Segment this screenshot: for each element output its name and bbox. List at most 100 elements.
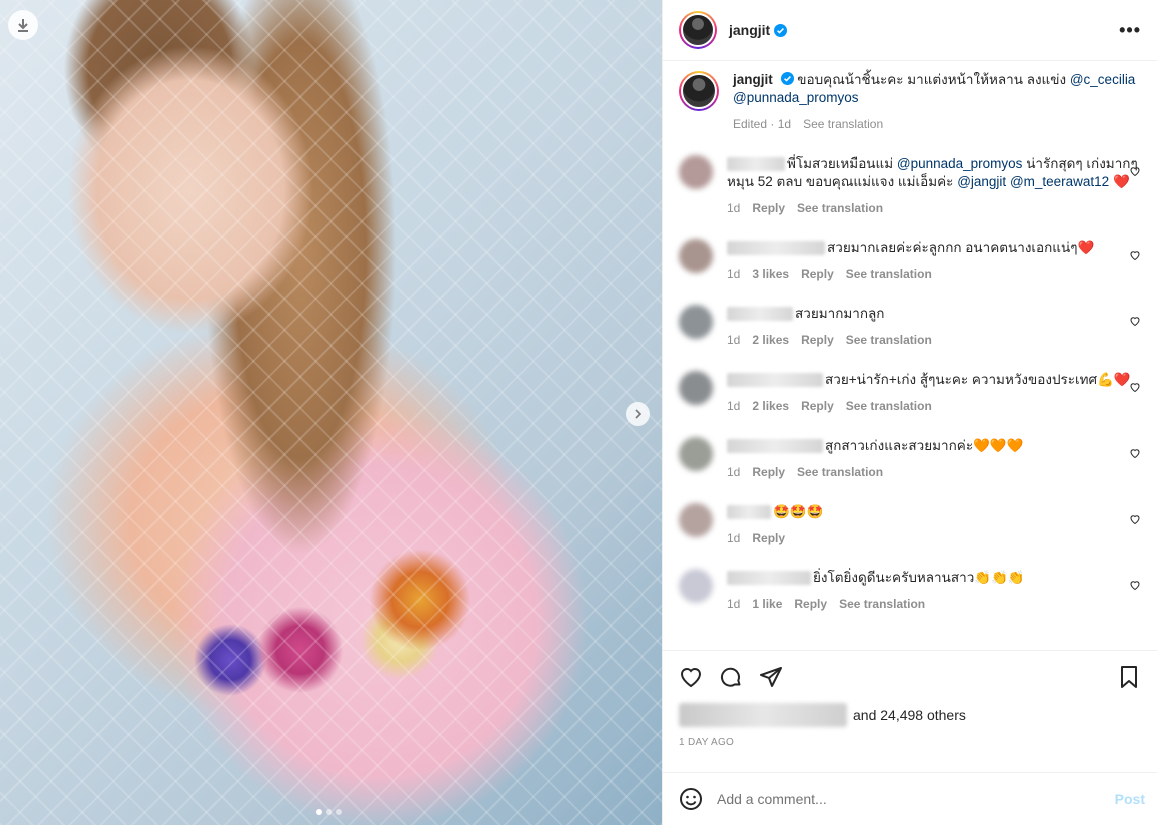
comment-bubble-icon[interactable] [719,665,743,689]
comment-emoji: ❤️ [1112,174,1130,189]
caption-avatar[interactable] [679,71,719,111]
reply-button[interactable]: Reply [752,199,785,217]
comment-likes[interactable]: 3 likes [752,265,789,283]
comment-item: สูกสาวเก่งและสวยมากค่ะ🧡🧡🧡 1d Reply See tra… [679,437,1141,481]
comment-likes[interactable]: 2 likes [752,397,789,415]
username[interactable]: jangjit [729,22,770,38]
like-comment-heart-icon[interactable] [1129,249,1141,261]
bookmark-icon[interactable] [1117,665,1141,689]
post-header: jangjit ••• [663,0,1157,61]
comment-text: พี่โมสวยเหมือนแม่ [787,156,897,171]
see-translation-link[interactable]: See translation [846,265,932,283]
comments-list: jangjit ขอบคุณน้าชิ้นะคะ มาแต่งหน้าให้หล… [663,61,1157,650]
comment-emoji: 🧡🧡🧡 [973,438,1024,453]
comment-mention[interactable]: @punnada_promyos [897,156,1023,171]
like-comment-heart-icon[interactable] [1129,513,1141,525]
commenter-avatar[interactable] [679,437,713,471]
commenter-avatar[interactable] [679,305,713,339]
post-date: 1 DAY AGO [679,737,735,748]
like-heart-icon[interactable] [679,665,703,689]
caption: jangjit ขอบคุณน้าชิ้นะคะ มาแต่งหน้าให้หล… [679,69,1141,133]
see-translation-link[interactable]: See translation [839,595,925,613]
see-translation-link[interactable]: See translation [797,463,883,481]
likes-summary[interactable]: and 24,498 others [679,703,1141,727]
like-comment-heart-icon[interactable] [1129,447,1141,459]
comment-item: สวย+น่ารัก+เก่ง สู้ๆนะคะ ความหวังของประเ… [679,371,1141,415]
comment-item: สวยมากเลยค่ะค่ะลูกกก อนาคตนางเอกแน่ๆ❤️ 1… [679,239,1141,283]
commenter-avatar[interactable] [679,155,713,189]
comment-emoji: 🤩🤩🤩 [773,504,824,519]
see-translation-link[interactable]: See translation [846,397,932,415]
comment-time: 1d [727,333,741,347]
photo-net-overlay [0,0,662,825]
liked-by-blurred [679,703,847,727]
chevron-right-icon [635,409,642,419]
reply-button[interactable]: Reply [801,397,834,415]
commenter-avatar[interactable] [679,569,713,603]
add-comment-bar: Post [663,772,1157,825]
add-comment-input[interactable] [717,791,1115,807]
comment-text: สวย+น่ารัก+เก่ง สู้ๆนะคะ ความหวังของประเ… [825,372,1098,387]
commenter-avatar[interactable] [679,239,713,273]
comment-time: 1d [727,531,741,545]
next-image-button[interactable] [626,402,650,426]
caption-text: ขอบคุณน้าชิ้นะคะ มาแต่งหน้าให้หลาน ลงแข่… [797,72,1070,87]
share-paper-plane-icon[interactable] [759,665,783,689]
verified-badge-icon [780,72,794,85]
caption-username[interactable]: jangjit [733,72,773,87]
commenter-name-blurred[interactable] [727,373,823,388]
commenter-name-blurred[interactable] [727,157,785,172]
commenter-name-blurred[interactable] [727,241,825,256]
comment-text: สวยมากมากลูก [795,306,885,321]
comment-item: ยิ่งโตยิ่งดูดีนะครับหลานสาว👏👏👏 1d 1 like R… [679,569,1141,613]
commenter-name-blurred[interactable] [727,439,823,454]
commenter-avatar[interactable] [679,371,713,405]
comment-emoji: 👏👏👏 [974,570,1025,585]
reply-button[interactable]: Reply [752,529,785,547]
post-comment-button[interactable]: Post [1115,791,1145,807]
comment-time: 1d [727,267,741,281]
comment-mention[interactable]: @jangjit [957,174,1006,189]
commenter-name-blurred[interactable] [727,307,793,322]
caption-time: 1d [777,117,792,131]
reply-button[interactable]: Reply [752,463,785,481]
verified-badge-icon [774,23,788,37]
like-comment-heart-icon[interactable] [1129,165,1141,177]
comment-text: สูกสาวเก่งและสวยมากค่ะ [825,438,974,453]
more-options-button[interactable]: ••• [1119,20,1141,41]
comment-mention[interactable]: @m_teerawat12 [1010,174,1109,189]
post-actions: and 24,498 others 1 DAY AGO [663,650,1157,772]
see-translation-link[interactable]: See translation [803,115,883,133]
post-sidebar: jangjit ••• jangjit ขอบคุณน้าชิ้นะคะ มาแ… [662,0,1157,825]
caption-mention[interactable]: @c_cecilia [1070,72,1135,87]
like-comment-heart-icon[interactable] [1129,579,1141,591]
reply-button[interactable]: Reply [794,595,827,613]
see-translation-link[interactable]: See translation [797,199,883,217]
commenter-name-blurred[interactable] [727,505,771,520]
emoji-smiley-icon[interactable] [679,787,703,811]
comment-likes[interactable]: 1 like [752,595,782,613]
like-comment-heart-icon[interactable] [1129,315,1141,327]
download-button[interactable] [8,10,38,40]
comment-text: สวยมากเลยค่ะค่ะลูกกก อนาคตนางเอกแน่ๆ [827,240,1078,255]
caption-mention[interactable]: @punnada_promyos [733,90,859,105]
comment-time: 1d [727,597,741,611]
like-comment-heart-icon[interactable] [1129,381,1141,393]
comment-item: 🤩🤩🤩 1d Reply [679,503,1141,547]
download-icon [18,19,28,32]
comment-emoji: ❤️ [1077,240,1095,255]
comment-time: 1d [727,399,741,413]
carousel-dots [316,809,342,815]
likes-count[interactable]: and 24,498 others [853,707,966,723]
comment-item: สวยมากมากลูก 1d 2 likes Reply See translati… [679,305,1141,349]
see-translation-link[interactable]: See translation [846,331,932,349]
commenter-name-blurred[interactable] [727,571,811,586]
comment-time: 1d [727,465,741,479]
comment-item: พี่โมสวยเหมือนแม่ @punnada_promyos น่ารั… [679,155,1141,217]
comment-likes[interactable]: 2 likes [752,331,789,349]
reply-button[interactable]: Reply [801,331,834,349]
avatar[interactable] [679,11,717,49]
reply-button[interactable]: Reply [801,265,834,283]
post-photo[interactable] [0,0,662,825]
commenter-avatar[interactable] [679,503,713,537]
